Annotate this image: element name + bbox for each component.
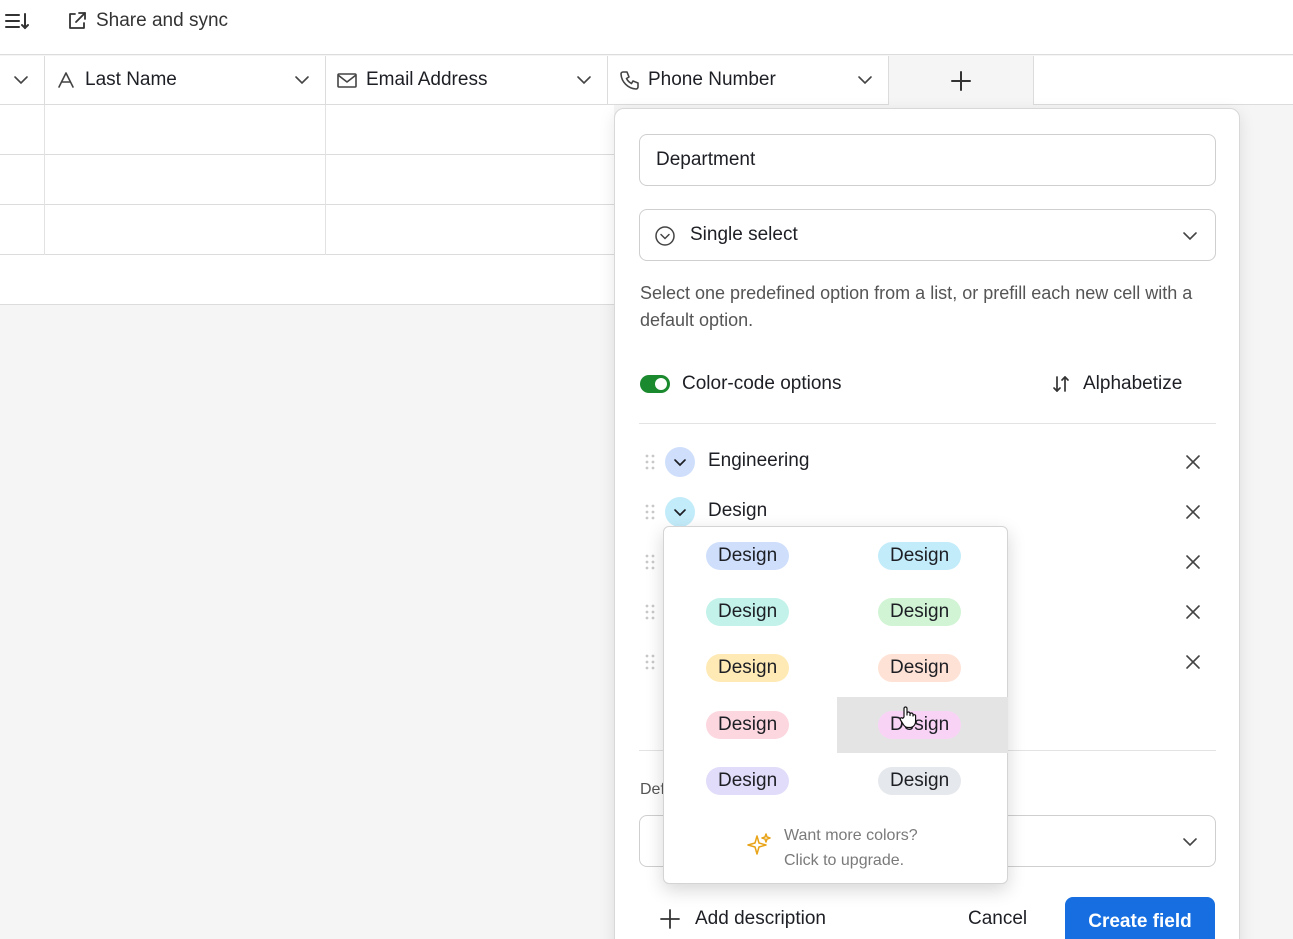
create-field-button[interactable]: Create field [1065, 897, 1215, 939]
drag-handle-icon[interactable] [643, 552, 657, 572]
color-swatch-option[interactable]: Design [665, 753, 836, 809]
color-swatch-pill: Design [706, 710, 790, 739]
color-code-label: Color-code options [682, 373, 842, 394]
table-cell[interactable] [45, 155, 326, 205]
color-swatch-pill: Design [878, 654, 962, 683]
color-swatch-pill: Design [706, 654, 790, 683]
close-icon[interactable] [1184, 603, 1202, 621]
option-label[interactable]: Design [708, 500, 767, 522]
chevron-down-icon[interactable] [856, 71, 874, 89]
alphabetize-button[interactable]: Alphabetize [1051, 371, 1182, 397]
add-row[interactable] [0, 255, 614, 305]
envelope-icon [337, 73, 357, 88]
chevron-down-icon [674, 459, 686, 467]
default-option-label: Def [640, 781, 665, 798]
field-type-description: Select one predefined option from a list… [640, 283, 1193, 330]
chevron-down-icon[interactable] [293, 71, 311, 89]
color-swatch-option[interactable]: Design [665, 640, 836, 696]
color-picker-popup: Design Design Design Design Design Design Desi… [663, 526, 1008, 884]
column-label: Email Address [366, 69, 488, 90]
single-select-icon [655, 226, 675, 246]
drag-handle-icon[interactable] [643, 502, 657, 522]
table-cell[interactable] [45, 205, 326, 255]
share-and-sync-label: Share and sync [96, 10, 229, 31]
column-label: Last Name [85, 69, 177, 90]
option-color-button[interactable] [665, 447, 695, 477]
color-swatch-pill: Design [878, 598, 962, 627]
divider [639, 423, 1216, 424]
close-icon[interactable] [1184, 653, 1202, 671]
plus-icon [951, 71, 971, 91]
field-type-label: Single select [690, 224, 798, 245]
field-name-input[interactable] [639, 134, 1216, 186]
field-type-select[interactable]: Single select [639, 209, 1216, 261]
add-description-label: Add description [695, 908, 826, 929]
color-swatch-pill: Design [706, 542, 790, 570]
sort-arrows-icon [1053, 376, 1069, 392]
table-cell[interactable] [45, 105, 326, 155]
upgrade-prompt[interactable]: Want more colors? Click to upgrade. [746, 823, 918, 873]
option-label[interactable]: Engineering [708, 450, 809, 472]
menu-list-icon[interactable] [4, 9, 30, 33]
chevron-down-icon [674, 509, 686, 517]
table-cell[interactable] [0, 155, 45, 205]
option-color-button[interactable] [665, 497, 695, 527]
table-row[interactable] [0, 205, 614, 255]
table-row[interactable] [0, 105, 614, 155]
cancel-button[interactable]: Cancel [968, 908, 1027, 930]
share-external-icon [69, 12, 86, 29]
upgrade-line-1: Want more colors? [784, 827, 918, 844]
color-swatch-option[interactable]: Design [837, 528, 1008, 584]
top-toolbar: Share and sync [0, 0, 1293, 55]
drag-handle-icon[interactable] [643, 602, 657, 622]
color-code-toggle[interactable] [640, 375, 670, 393]
column-label: Phone Number [648, 69, 776, 90]
option-row-engineering: Engineering [639, 442, 1216, 482]
close-icon[interactable] [1184, 553, 1202, 571]
table-cell[interactable] [0, 205, 45, 255]
color-swatch-pill: Design [706, 766, 790, 795]
column-header-previous[interactable] [0, 56, 45, 105]
table-row[interactable] [0, 155, 614, 205]
chevron-down-icon [1183, 232, 1197, 241]
text-a-icon [58, 72, 74, 88]
color-swatch-pill: Design [878, 766, 962, 795]
sparkle-icon [747, 833, 771, 855]
color-swatch-pill: Design [706, 598, 790, 627]
share-and-sync-button[interactable]: Share and sync [66, 6, 228, 36]
color-swatch-option[interactable]: Design [837, 584, 1008, 640]
chevron-down-icon[interactable] [12, 71, 30, 89]
grid-body [0, 105, 614, 305]
drag-handle-icon[interactable] [643, 652, 657, 672]
color-swatch-pill: Design [878, 542, 962, 570]
add-column-button[interactable] [889, 56, 1034, 105]
chevron-down-icon[interactable] [575, 71, 593, 89]
column-header-last-name[interactable]: Last Name [45, 56, 326, 105]
color-swatch-pill: Design [878, 710, 962, 739]
close-icon[interactable] [1184, 453, 1202, 471]
color-swatch-option[interactable]: Design [665, 584, 836, 640]
color-swatch-option[interactable]: Design [837, 696, 1008, 753]
drag-handle-icon[interactable] [643, 452, 657, 472]
add-description-button[interactable]: Add description [659, 908, 826, 930]
close-icon[interactable] [1184, 503, 1202, 521]
column-header-email-address[interactable]: Email Address [326, 56, 608, 105]
color-swatch-option[interactable]: Design [665, 697, 836, 753]
table-cell[interactable] [0, 105, 45, 155]
phone-icon [620, 71, 639, 90]
alphabetize-label: Alphabetize [1083, 373, 1183, 394]
color-swatch-option[interactable]: Design [665, 528, 836, 584]
hand-cursor-icon [899, 706, 917, 729]
chevron-down-icon [1183, 838, 1197, 847]
upgrade-line-2: Click to upgrade. [784, 852, 905, 869]
color-swatch-option[interactable]: Design [837, 640, 1008, 696]
grid-header: Last Name Email Address Phone Number [0, 56, 1293, 105]
plus-icon [660, 909, 680, 929]
column-header-phone-number[interactable]: Phone Number [608, 56, 889, 105]
color-swatch-option[interactable]: Design [837, 753, 1008, 809]
